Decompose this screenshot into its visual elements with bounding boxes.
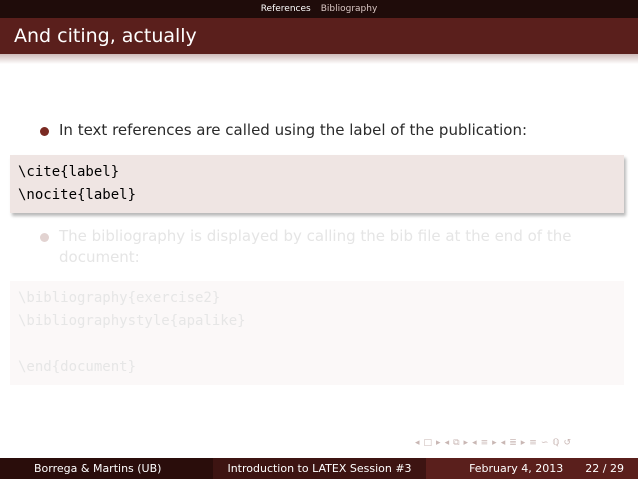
footer-page-number: 22 / 29 [585,462,624,475]
nav-right-arrow-icon[interactable]: ▸ [436,438,441,448]
nav-right-arrow-icon[interactable]: ▸ [492,438,497,448]
title-shadow [0,54,638,64]
footer-date-page: February 4, 2013 22 / 29 [426,458,638,479]
footer-bar: Borrega & Martins (UB) Introduction to L… [0,458,638,479]
bullet-text-2: The bibliography is displayed by calling… [59,227,572,266]
frame-title-bar: And citing, actually [0,18,638,54]
footer-title: Introduction to LATEX Session #3 [213,458,426,479]
nav-section-icon[interactable]: ≡ [481,438,489,448]
bullet-item-1: In text references are called using the … [40,120,610,141]
code-line: \cite{label} [18,164,120,180]
bullet-text-1: In text references are called using the … [59,121,528,139]
top-navigation: References Bibliography [0,0,638,18]
code-line: \bibliographystyle{apalike} [18,313,246,329]
footer-title-text: Introduction to LATEX Session #3 [227,462,412,475]
code-line: \bibliography{exercise2} [18,290,221,306]
nav-tab-bibliography[interactable]: Bibliography [321,4,378,14]
nav-frame-icon[interactable]: □ [424,438,433,448]
bullet-icon [40,233,49,242]
nav-back-icon[interactable]: ↺ [563,438,571,448]
nav-left-arrow-icon[interactable]: ◂ [472,438,477,448]
nav-search-icon[interactable]: ∽ [541,438,549,448]
nav-search-icon[interactable]: ℚ [552,438,559,448]
nav-right-arrow-icon[interactable]: ▸ [521,438,526,448]
nav-tab-references[interactable]: References [261,4,311,14]
nav-subsection-icon[interactable]: ⧉ [453,438,459,448]
nav-align-icon[interactable]: ≡ [529,438,537,448]
nav-left-arrow-icon[interactable]: ◂ [445,438,450,448]
code-block-bibliography: \bibliography{exercise2} \bibliographyst… [10,281,624,385]
nav-section-icon[interactable]: ≣ [509,438,517,448]
beamer-navigation-symbols: ◂ □ ▸ ◂ ⧉ ▸ ◂ ≡ ▸ ◂ ≣ ▸ ≡ ∽ ℚ ↺ [415,438,571,448]
nav-right-arrow-icon[interactable]: ▸ [464,438,469,448]
bullet-item-2: The bibliography is displayed by calling… [40,226,610,268]
footer-authors-text: Borrega & Martins (UB) [34,462,162,475]
code-line: \nocite{label} [18,187,137,203]
footer-date: February 4, 2013 [469,462,564,475]
frame-title: And citing, actually [14,25,197,47]
bullet-icon [40,127,49,136]
footer-authors: Borrega & Martins (UB) [0,458,213,479]
code-block-cite: \cite{label} \nocite{label} [10,155,624,213]
nav-left-arrow-icon[interactable]: ◂ [501,438,506,448]
code-line: \end{document} [18,359,137,375]
nav-left-arrow-icon[interactable]: ◂ [415,438,420,448]
